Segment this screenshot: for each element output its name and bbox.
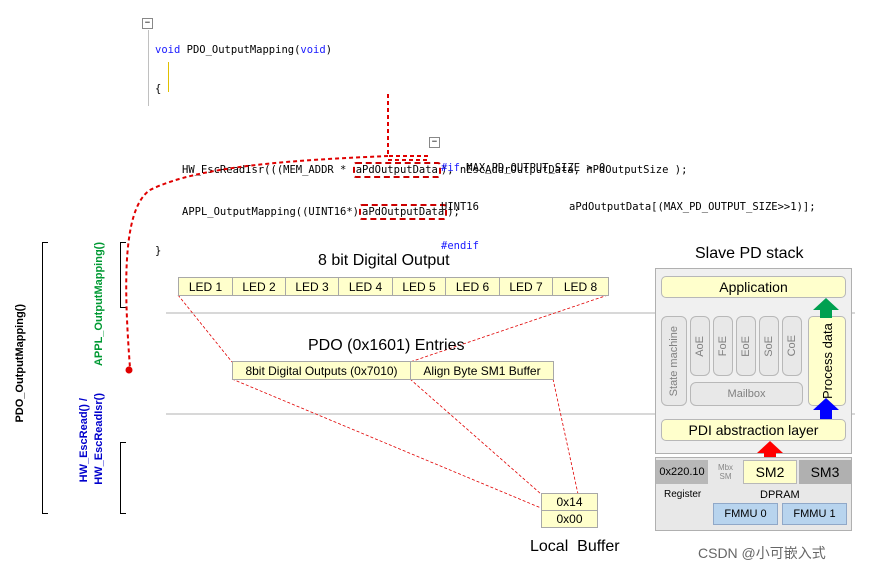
register-address-box: 0x220.10	[656, 460, 708, 484]
dpram-label: DPRAM	[760, 489, 800, 501]
sm3-box: SM3	[799, 460, 851, 484]
register-label: Register	[664, 489, 702, 500]
fmmu0-box: FMMU 0	[713, 503, 778, 525]
blue-up-arrow	[813, 398, 839, 419]
watermark: CSDN @小可嵌入式	[698, 545, 826, 561]
green-up-arrow	[813, 298, 839, 318]
mbx-sm-box: Mbx SM	[717, 463, 734, 481]
sm2-box: SM2	[743, 460, 797, 484]
fmmu1-box: FMMU 1	[782, 503, 847, 525]
